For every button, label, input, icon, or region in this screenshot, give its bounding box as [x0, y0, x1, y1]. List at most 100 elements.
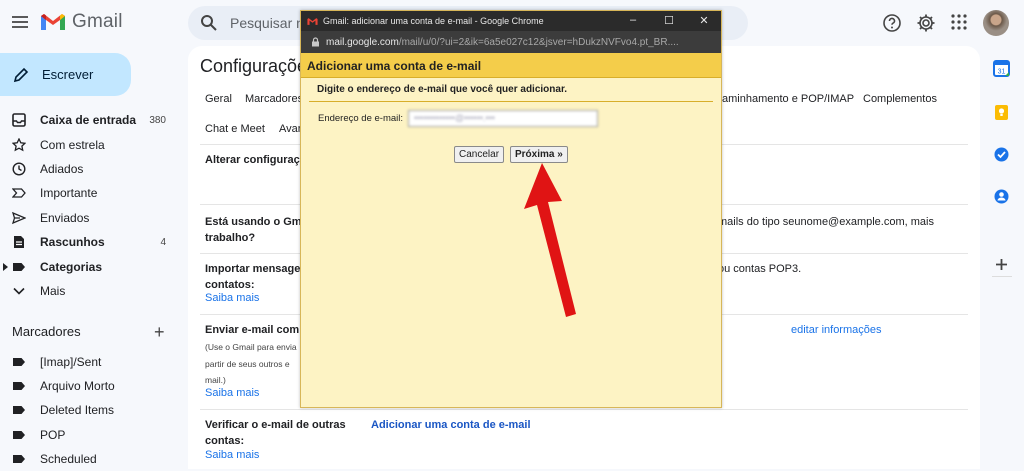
maximize-icon[interactable]: ☐ — [662, 14, 676, 27]
gmail-logo[interactable]: Gmail — [40, 11, 123, 33]
sidebar-item-label: Caixa de entrada — [40, 113, 137, 127]
label-icon — [12, 452, 26, 466]
sidebar-item-drafts[interactable]: Rascunhos 4 — [0, 230, 178, 254]
sidebar-label-item[interactable]: Arquivo Morto — [0, 374, 178, 398]
divider — [309, 101, 713, 102]
sidebar-item-categories[interactable]: Categorias — [0, 255, 178, 279]
row-label-import: Importar mensage — [205, 263, 301, 275]
expand-arrow-icon[interactable] — [3, 263, 8, 271]
sidebar-label-item[interactable]: Deleted Items — [0, 398, 178, 422]
cancel-button[interactable]: Cancelar — [454, 146, 505, 163]
tab-labels[interactable]: Marcadores — [245, 93, 303, 105]
gear-icon[interactable] — [916, 13, 936, 33]
tab-addons[interactable]: Complementos — [863, 93, 937, 105]
learn-more-link[interactable]: Saiba mais — [205, 292, 259, 304]
tab-advanced[interactable]: Avar — [279, 123, 301, 135]
window-title: Gmail: adicionar uma conta de e-mail - G… — [323, 16, 544, 26]
sidebar-item-more[interactable]: Mais — [0, 279, 178, 303]
sidebar-label-item[interactable]: POP — [0, 423, 178, 447]
sidebar-item-label: Arquivo Morto — [40, 379, 115, 393]
calendar-icon[interactable]: 31 — [993, 60, 1010, 77]
add-label-icon[interactable]: + — [154, 322, 165, 343]
sidebar-item-inbox[interactable]: Caixa de entrada 380 — [0, 108, 178, 132]
using-gmail-description: mails do tipo seunome@example.com, mais — [718, 216, 934, 228]
inbox-icon — [12, 113, 26, 127]
lock-icon — [311, 37, 320, 47]
divider — [992, 276, 1012, 277]
sidebar-item-label: Adiados — [40, 162, 84, 176]
gmail-favicon-icon — [307, 17, 318, 26]
popup-instruction: Digite o endereço de e-mail que você que… — [317, 84, 568, 95]
page-title: Configuraçõe — [200, 56, 308, 76]
labels-heading: Marcadores — [12, 324, 81, 339]
sidebar-label-item[interactable]: [Imap]/Sent — [0, 350, 178, 374]
sidebar-item-label: Com estrela — [40, 138, 105, 152]
draft-count: 4 — [160, 236, 166, 248]
keep-icon[interactable] — [993, 104, 1010, 121]
sidebar-item-important[interactable]: Importante — [0, 181, 178, 205]
learn-more-link[interactable]: Saiba mais — [205, 449, 259, 461]
row-label-import-2: contatos: — [205, 279, 255, 291]
add-email-account-link[interactable]: Adicionar uma conta de e-mail — [371, 419, 531, 431]
add-icon[interactable] — [993, 256, 1010, 273]
row-label-using-gmail-2: trabalho? — [205, 232, 256, 244]
tasks-icon[interactable] — [993, 146, 1010, 163]
label-icon — [12, 379, 26, 393]
popup-header: Adicionar uma conta de e-mail — [301, 53, 721, 78]
contacts-icon[interactable] — [993, 188, 1010, 205]
avatar[interactable] — [983, 10, 1009, 36]
email-field[interactable]: •••••••••••••@••••••.••• — [408, 110, 598, 127]
sidebar-label-item[interactable]: Scheduled — [0, 447, 178, 471]
sidebar-item-label: POP — [40, 428, 66, 442]
tab-forwarding-pop-imap[interactable]: aminhamento e POP/IMAP — [722, 93, 854, 105]
url-path: /mail/u/0/?ui=2&ik=6a5e027c12&jsver=hDuk… — [398, 36, 679, 48]
row-label-check-mail: Verificar o e-mail de outras — [205, 419, 346, 431]
sidebar-item-label: Rascunhos — [40, 235, 105, 249]
star-icon — [12, 138, 26, 152]
sidebar-item-label: Enviados — [40, 211, 90, 225]
tab-chat-meet[interactable]: Chat e Meet — [205, 123, 265, 135]
sidebar-item-label: Categorias — [40, 260, 103, 274]
apps-grid-icon[interactable] — [951, 14, 967, 30]
row-label-check-mail-2: contas: — [205, 435, 245, 447]
row-label-using-gmail: Está usando o Gma — [205, 216, 308, 228]
menu-icon[interactable] — [10, 12, 30, 32]
compose-button[interactable]: Escrever — [0, 53, 131, 96]
label-icon — [12, 355, 26, 369]
sidebar-item-label: Deleted Items — [40, 403, 115, 417]
close-icon[interactable]: ✕ — [697, 14, 711, 27]
add-account-popup-window: Gmail: adicionar uma conta de e-mail - G… — [300, 10, 722, 408]
sidebar-item-label: Mais — [40, 284, 66, 298]
window-titlebar[interactable]: Gmail: adicionar uma conta de e-mail - G… — [301, 11, 721, 31]
compose-label: Escrever — [42, 67, 94, 82]
label-icon — [12, 403, 26, 417]
search-icon[interactable] — [200, 14, 218, 32]
send-as-description-3: mail.) — [205, 375, 226, 385]
send-icon — [12, 211, 26, 225]
sidebar-item-snoozed[interactable]: Adiados — [0, 157, 178, 181]
sidebar-item-sent[interactable]: Enviados — [0, 206, 178, 230]
svg-text:31: 31 — [998, 69, 1006, 76]
sidebar-item-label: Importante — [40, 186, 98, 200]
url-text: mail.google.com/mail/u/0/?ui=2&ik=6a5e02… — [326, 37, 706, 48]
learn-more-link[interactable]: Saiba mais — [205, 387, 259, 399]
sidebar-item-starred[interactable]: Com estrela — [0, 133, 178, 157]
tab-general[interactable]: Geral — [205, 93, 232, 105]
email-field-label: Endereço de e-mail: — [318, 113, 404, 124]
popup-title: Adicionar uma conta de e-mail — [307, 59, 482, 73]
label-important-icon — [12, 186, 26, 200]
send-as-description: (Use o Gmail para envia — [205, 342, 297, 352]
row-label-change-settings: Alterar configuraç — [205, 154, 300, 166]
side-panel-rail: 31 — [980, 46, 1024, 469]
label-icon — [12, 428, 26, 442]
sidebar-item-label: [Imap]/Sent — [40, 355, 102, 369]
edit-info-link[interactable]: editar informações — [791, 324, 882, 336]
address-bar[interactable]: mail.google.com/mail/u/0/?ui=2&ik=6a5e02… — [301, 31, 721, 53]
sidebar-item-label: Scheduled — [40, 452, 97, 466]
chevron-down-icon — [12, 284, 26, 298]
unread-count: 380 — [149, 114, 166, 126]
divider — [200, 409, 968, 410]
send-as-description-2: partir de seus outros e — [205, 359, 290, 369]
help-icon[interactable] — [882, 13, 902, 33]
minimize-icon[interactable]: – — [626, 14, 640, 26]
